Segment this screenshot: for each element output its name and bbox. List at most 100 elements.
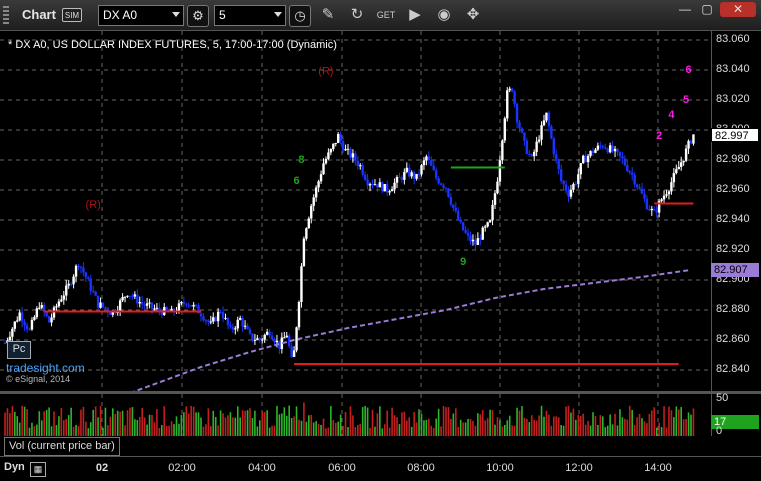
volume-bar (36, 424, 38, 436)
candle-body (74, 265, 78, 277)
chevron-down-icon[interactable] (274, 12, 282, 17)
scale-mode-icon[interactable]: ▦ (30, 462, 46, 477)
volume-bar (80, 409, 82, 436)
nav-icon[interactable]: ◉ (434, 5, 454, 25)
volume-bar (442, 405, 445, 436)
pc-button[interactable]: Pc (7, 341, 31, 359)
candle-body (246, 325, 249, 330)
volume-bar (251, 418, 254, 436)
volume-bar (28, 427, 31, 436)
candle-body (214, 317, 217, 322)
volume-bar (6, 408, 9, 436)
volume-bar (408, 417, 411, 436)
volume-bar (227, 415, 229, 436)
candle-body (486, 222, 489, 227)
candle-body (270, 335, 274, 340)
volume-bar (516, 407, 518, 436)
candle-body (290, 346, 293, 357)
candle-body (471, 239, 475, 242)
volume-bar (219, 410, 222, 436)
volume-bar (161, 425, 163, 436)
candle-body (444, 187, 448, 189)
volume-bar (183, 412, 185, 436)
symbol-input[interactable]: DX A0 (98, 5, 184, 26)
price-axis[interactable]: 83.06083.04083.02083.00082.98082.96082.9… (711, 31, 761, 391)
candle-body (415, 173, 418, 179)
drag-icon[interactable]: ✥ (463, 5, 483, 25)
volume-bar (129, 407, 131, 436)
volume-bar (58, 416, 60, 436)
candle-body (148, 302, 151, 304)
volume-bar (526, 418, 528, 436)
candle-body (550, 126, 553, 139)
candle-body (501, 140, 504, 161)
volume-chart[interactable] (0, 394, 711, 436)
volume-bar (320, 424, 322, 436)
volume-study-label[interactable]: Vol (current price bar) (4, 437, 120, 456)
volume-bar (82, 406, 85, 436)
volume-bar (359, 424, 362, 436)
candle-body (202, 316, 205, 321)
reversal-marker: (R) (86, 199, 101, 211)
minimize-icon[interactable]: — (676, 2, 694, 17)
volume-bar (263, 412, 266, 436)
candle-body (33, 317, 36, 320)
candle-body (672, 173, 676, 183)
candle-body (253, 339, 257, 341)
candle-body (312, 197, 315, 206)
close-icon[interactable]: ✕ (720, 2, 756, 17)
chevron-down-icon[interactable] (172, 12, 180, 17)
play-icon[interactable]: ▶ (405, 5, 425, 25)
candle-body (207, 320, 210, 323)
volume-bar (92, 409, 94, 436)
candle-body (155, 307, 159, 309)
candle-body (92, 290, 95, 292)
time-template-icon[interactable]: ◷ (289, 5, 311, 27)
sim-badge: SIM (62, 8, 82, 22)
volume-bar (543, 416, 545, 436)
candle-body (332, 143, 335, 149)
get-icon[interactable]: GET (376, 5, 396, 25)
candle-body (390, 189, 394, 192)
volume-bar (107, 425, 109, 436)
volume-bar (545, 410, 548, 436)
volume-bar (281, 413, 283, 436)
volume-bar (156, 409, 158, 436)
link-icon[interactable]: ↻ (347, 5, 367, 25)
volume-bar (119, 411, 121, 436)
volume-bar (75, 424, 77, 436)
volume-bar (276, 405, 278, 436)
candle-body (675, 169, 678, 174)
candle-body (623, 158, 627, 166)
maximize-icon[interactable]: ▢ (698, 2, 716, 17)
candle-body (165, 307, 168, 311)
price-chart[interactable]: (R) (R) 6 542 8 6 9 (0, 31, 711, 391)
volume-bar (643, 421, 646, 436)
volume-bar (273, 425, 276, 436)
grip-icon[interactable] (3, 6, 9, 25)
volume-bar (673, 417, 675, 436)
volume-bar (660, 427, 663, 436)
settings-icon[interactable]: ⚙ (187, 5, 209, 27)
volume-bar (616, 425, 619, 436)
volume-bar (11, 406, 14, 436)
interval-input[interactable]: 5 (214, 5, 286, 26)
volume-bar (386, 410, 388, 436)
candle-body (145, 303, 149, 306)
candle-body (363, 174, 367, 180)
candle-body (243, 325, 247, 327)
candle-body (62, 295, 65, 300)
volume-bar (587, 420, 589, 436)
volume-bar (406, 420, 408, 436)
time-tick-label: 14:00 (644, 462, 672, 474)
volume-bar (538, 415, 540, 436)
volume-bar (626, 419, 629, 436)
volume-bar (508, 415, 511, 436)
draw-tool-icon[interactable]: ✎ (318, 5, 338, 25)
candle-body (187, 304, 190, 306)
volume-bar (499, 420, 501, 436)
time-axis[interactable]: Dyn ▦ 02 02:00 04:00 06:00 08:00 10:00 12:00 14… (0, 456, 761, 481)
volume-tick-max: 50 (716, 392, 729, 404)
candle-body (525, 140, 529, 154)
candle-body (20, 312, 24, 322)
